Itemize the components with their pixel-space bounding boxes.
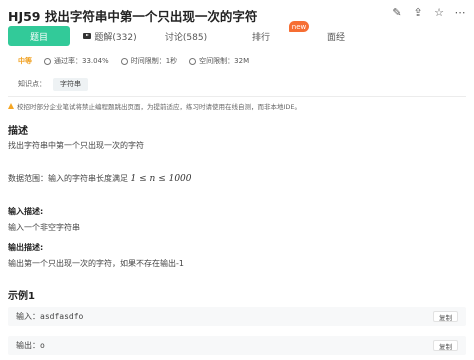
tab-solutions[interactable]: 题解(332) [73,26,147,46]
copy-input-button[interactable]: 复制 [433,311,458,322]
knowledge-label: 知识点： [18,80,46,88]
input-desc-heading: 输入描述: [8,207,44,216]
example-output: 输出：o [16,340,45,351]
output-desc-heading: 输出描述: [8,243,44,252]
problem-title: HJ59 找出字符串中第一个只出现一次的字符 [8,9,258,24]
tab-label: 排行 [251,32,270,43]
tab-label: 题解(332) [94,32,137,43]
example-input-box: 输入：asdfasdfo 复制 [8,307,466,326]
example-output-value: o [40,341,45,350]
problem-tabs: 题目 题解(332) 讨论(585) 排行 面经 [8,26,466,46]
tab-label: 题目 [29,32,48,43]
description-heading: 描述 [8,126,28,137]
example-input-label: 输入： [16,312,40,321]
time-limit: 时间限制：1秒 [120,56,178,66]
memory-icon [189,57,197,65]
more-icon[interactable]: ⋯ [454,7,466,19]
output-desc-text: 输出第一个只出现一次的字符，如果不存在输出-1 [8,259,184,268]
new-badge: new [289,21,309,32]
share-icon[interactable]: ⇪ [412,7,424,19]
example-input-value: asdfasdfo [40,312,84,321]
copy-output-button[interactable]: 复制 [433,340,458,351]
description-text: 找出字符串中第一个只出现一次的字符 [8,141,144,150]
edit-icon[interactable]: ✎ [391,7,403,19]
example-output-label: 输出： [16,341,40,350]
data-range-formula: 1 ≤ n ≤ 1000 [130,174,192,184]
pass-rate: 通过率：33.04% [44,56,109,66]
tab-discussion[interactable]: 讨论(585) [150,26,222,46]
tab-ranking[interactable]: 排行 [225,26,297,46]
time-limit-text: 时间限制：1秒 [130,57,178,65]
difficulty-badge: 中等 [18,57,32,65]
knowledge-tag[interactable]: 字符串 [53,77,88,91]
tab-label: 讨论(585) [164,32,208,43]
data-range-text: 数据范围：输入的字符串长度满足 [8,174,128,183]
problem-header: HJ59 找出字符串中第一个只出现一次的字符 ✎ ⇪ ☆ ⋯ [0,0,474,26]
warning-icon [8,103,14,109]
example-input: 输入：asdfasdfo [16,311,83,322]
example-heading: 示例1 [8,291,35,302]
pass-rate-text: 通过率：33.04% [54,57,109,65]
video-icon [83,33,92,39]
example-output-box: 输出：o 复制 [8,336,466,355]
data-range: 数据范围：输入的字符串长度满足 1 ≤ n ≤ 1000 [8,173,192,184]
warning-text: 校招时部分企业笔试将禁止编程题跳出页面，为提前适应，练习时请使用在线自测，而非本… [17,103,302,111]
star-icon[interactable]: ☆ [433,7,445,19]
space-limit: 空间限制：32M [189,56,249,66]
header-actions: ✎ ⇪ ☆ ⋯ [391,7,466,19]
tab-label: 面经 [326,32,345,43]
tab-interview[interactable]: 面经 [300,26,372,46]
knowledge-points: 知识点： 字符串 [18,77,88,91]
clock-icon [120,57,128,65]
exam-warning: 校招时部分企业笔试将禁止编程题跳出页面，为提前适应，练习时请使用在线自测，而非本… [8,101,301,111]
tab-problem[interactable]: 题目 [8,26,70,46]
problem-meta: 中等 通过率：33.04% 时间限制：1秒 空间限制：32M [18,55,261,67]
divider [8,96,466,97]
space-limit-text: 空间限制：32M [199,57,250,65]
check-circle-icon [44,57,51,65]
input-desc-text: 输入一个非空字符串 [8,223,80,232]
